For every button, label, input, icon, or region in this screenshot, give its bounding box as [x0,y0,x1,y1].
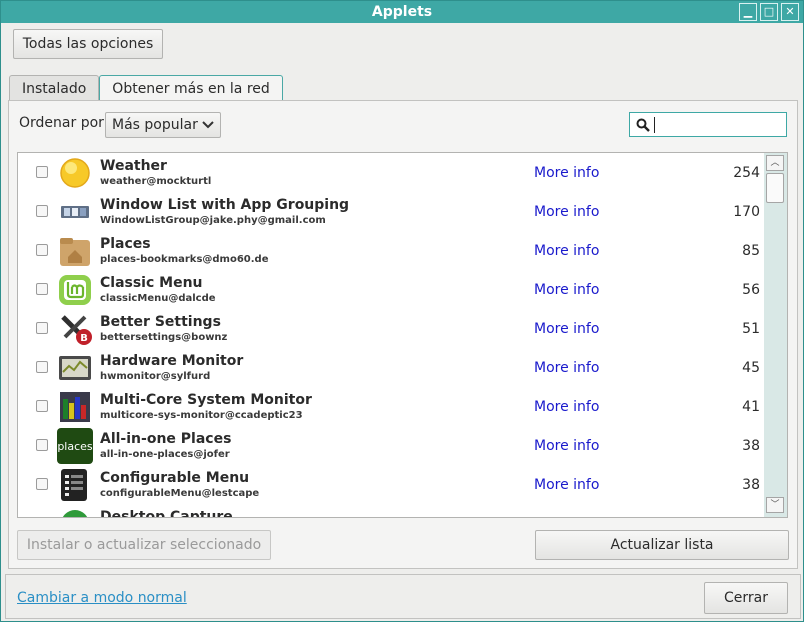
applet-checkbox[interactable] [36,322,48,334]
applet-checkbox[interactable] [36,205,48,217]
more-info-link[interactable]: More info [534,321,599,337]
places-text-icon: places [57,428,93,464]
mint-logo-icon [57,272,93,308]
applet-uuid: places-bookmarks@dmo60.de [100,254,269,265]
applet-list[interactable]: Weather weather@mockturtl More info 254 Wind… [17,152,788,518]
applet-score: 170 [733,204,760,220]
applet-uuid: bettersettings@bownz [100,332,228,343]
tab-label: Obtener más en la red [112,81,270,97]
applet-score: 254 [733,165,760,181]
applet-name: Multi-Core System Monitor [100,392,312,408]
applet-uuid: configurableMenu@lestcape [100,488,260,499]
title-bar: Applets ▁ □ ✕ [1,1,803,23]
more-info-link[interactable]: More info [534,204,599,220]
applets-window: Applets ▁ □ ✕ Todas las opciones Instala… [0,0,804,622]
applet-checkbox[interactable] [36,283,48,295]
applet-score: 41 [742,399,760,415]
applet-row[interactable]: Classic Menu classicMenu@dalcde More info 5… [18,270,762,309]
applet-score: 45 [742,360,760,376]
tab-label: Instalado [22,80,87,97]
install-selected-button[interactable]: Instalar o actualizar seleccionado [17,530,271,560]
maximize-icon[interactable]: □ [760,3,778,21]
minimize-icon[interactable]: ▁ [739,3,757,21]
applet-checkbox[interactable] [36,166,48,178]
sort-selected-value: Más popular [112,117,198,133]
applet-row[interactable]: Window List with App Grouping WindowListG… [18,192,762,231]
more-info-link[interactable]: More info [534,282,599,298]
applet-row[interactable]: Desktop Capture [18,504,762,518]
applet-checkbox[interactable] [36,439,48,451]
applet-score: 85 [742,243,760,259]
applet-name: Configurable Menu [100,470,250,486]
more-info-link[interactable]: More info [534,399,599,415]
cpu-bars-icon [57,389,93,425]
applet-uuid: hwmonitor@sylfurd [100,371,211,382]
applet-checkbox[interactable] [36,400,48,412]
applet-row[interactable]: Places places-bookmarks@dmo60.de More info… [18,231,762,270]
applet-score: 51 [742,321,760,337]
applet-name: Classic Menu [100,275,203,291]
tab-panel: Ordenar por Más popular Weather weather@m… [8,100,798,569]
applet-uuid: all-in-one-places@jofer [100,449,230,460]
more-info-link[interactable]: More info [534,438,599,454]
applet-row[interactable]: Hardware Monitor hwmonitor@sylfurd More in… [18,348,762,387]
applet-name: Window List with App Grouping [100,197,350,213]
folder-home-icon [57,233,93,269]
applet-name: Better Settings [100,314,221,330]
footer-bar: Cambiar a modo normal Cerrar [5,574,801,619]
close-button[interactable]: Cerrar [704,582,788,614]
monitor-graph-icon [57,350,93,386]
more-info-link[interactable]: More info [534,243,599,259]
scrollbar-thumb[interactable] [766,173,784,203]
applet-uuid: WindowListGroup@jake.phy@gmail.com [100,215,326,226]
applet-row[interactable]: Configurable Menu configurableMenu@lestca… [18,465,762,504]
sort-select[interactable]: Más popular [105,112,221,138]
tab-bar: Instalado Obtener más en la red [9,75,283,102]
more-info-link[interactable]: More info [534,360,599,376]
switch-normal-mode-link[interactable]: Cambiar a modo normal [17,590,187,606]
close-icon[interactable]: ✕ [781,3,799,21]
sort-label: Ordenar por [19,115,104,131]
applet-row[interactable]: Multi-Core System Monitor multicore-sys-m… [18,387,762,426]
applet-name: Desktop Capture [100,509,233,518]
chevron-down-icon [202,121,214,129]
svg-text:B: B [80,333,88,344]
all-options-button[interactable]: Todas las opciones [13,29,163,59]
applet-score: 38 [742,438,760,454]
applet-uuid: classicMenu@dalcde [100,293,216,304]
icon-text: places [57,439,93,453]
window-title: Applets [371,4,433,20]
applet-name: Hardware Monitor [100,353,244,369]
applet-score: 38 [742,477,760,493]
applet-checkbox[interactable] [36,478,48,490]
applet-row[interactable]: B Better Settings bettersettings@bownz More… [18,309,762,348]
camera-icon [57,506,93,517]
tab-get-more-online[interactable]: Obtener más en la red [99,75,283,102]
search-input[interactable] [629,112,787,137]
text-caret [654,116,655,133]
refresh-list-button[interactable]: Actualizar lista [535,530,789,560]
scrollbar[interactable]: ︿ ﹀ [764,153,787,517]
applet-name: Weather [100,158,167,174]
menu-list-icon [57,467,93,503]
more-info-link[interactable]: More info [534,165,599,181]
window-list-icon [57,194,93,230]
scroll-up-icon[interactable]: ︿ [766,155,784,171]
applet-name: Places [100,236,151,252]
weather-sun-icon [57,155,93,191]
applet-checkbox[interactable] [36,244,48,256]
more-info-link[interactable]: More info [534,477,599,493]
applet-row[interactable]: Weather weather@mockturtl More info 254 [18,153,762,192]
tools-icon: B [57,311,93,347]
applet-row[interactable]: places All-in-one Places all-in-one-places… [18,426,762,465]
applet-checkbox[interactable] [36,517,48,518]
applet-uuid: multicore-sys-monitor@ccadeptic23 [100,410,303,421]
applet-score: 56 [742,282,760,298]
applet-uuid: weather@mockturtl [100,176,212,187]
applet-name: All-in-one Places [100,431,232,447]
applet-checkbox[interactable] [36,361,48,373]
scroll-down-icon[interactable]: ﹀ [766,497,784,513]
tab-installed[interactable]: Instalado [9,75,100,101]
search-icon [636,118,650,132]
